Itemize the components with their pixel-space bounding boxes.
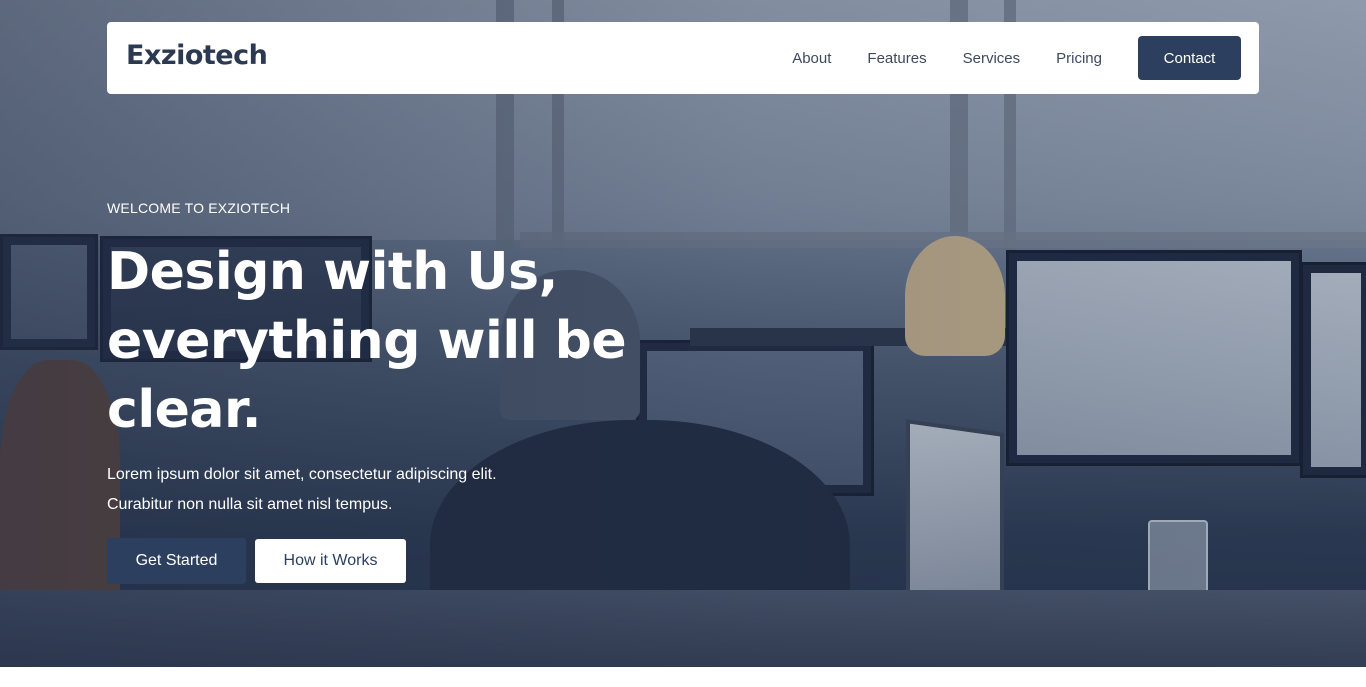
hero-headline: Design with Us, everything will be clear… <box>107 242 627 440</box>
brand-logo[interactable]: Exziotech <box>126 40 268 71</box>
nav-link-pricing[interactable]: Pricing <box>1056 50 1102 67</box>
nav-link-about[interactable]: About <box>792 50 831 67</box>
hero-subtext-line: Lorem ipsum dolor sit amet, consectetur … <box>107 466 497 483</box>
contact-button[interactable]: Contact <box>1138 36 1241 80</box>
how-it-works-button[interactable]: How it Works <box>255 539 406 583</box>
nav-links: About Features Services Pricing Contact <box>792 36 1241 80</box>
hero-subtext: Lorem ipsum dolor sit amet, consectetur … <box>107 460 627 520</box>
hero-eyebrow: WELCOME TO EXZIOTECH <box>107 200 291 216</box>
get-started-button[interactable]: Get Started <box>107 538 246 584</box>
hero-subtext-line: Curabitur non nulla sit amet nisl tempus… <box>107 496 393 513</box>
navbar: Exziotech About Features Services Pricin… <box>107 22 1259 94</box>
nav-link-features[interactable]: Features <box>867 50 926 67</box>
nav-link-services[interactable]: Services <box>963 50 1021 67</box>
